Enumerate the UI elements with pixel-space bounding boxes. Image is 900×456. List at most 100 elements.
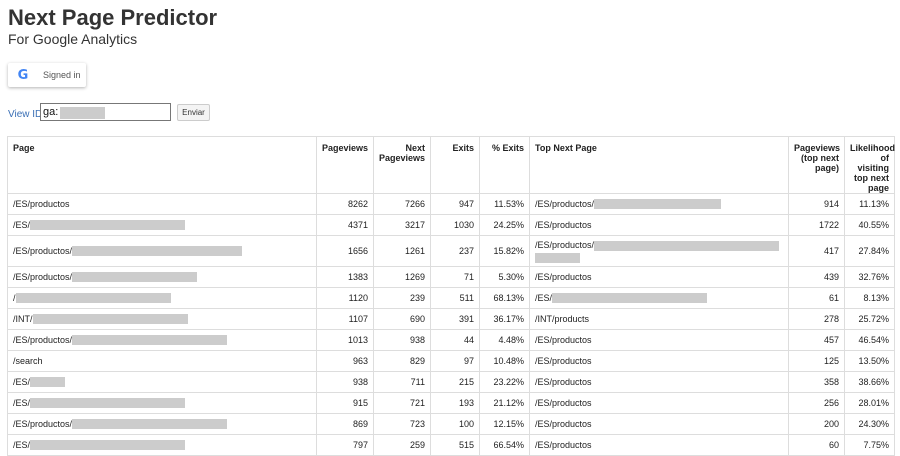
redacted-text <box>594 240 780 251</box>
cell-pct-exits: 12.15% <box>479 413 530 435</box>
cell-top-next-page-text: /ES/productos <box>535 377 592 387</box>
table-row: / 1120 239 511 68.13% /ES/61 8.13% <box>7 287 895 309</box>
cell-pct-exits-text: 5.30% <box>498 272 524 282</box>
cell-page-text: /ES/productos/ <box>13 418 73 429</box>
table-row: /search 963 829 97 10.48% /ES/productos 125 13.… <box>7 350 895 372</box>
cell-top-next-page-text: /ES/productos/ <box>535 240 595 250</box>
redacted-text <box>72 272 198 283</box>
table-row: /ES/4371 3217 1030 24.25% /ES/productos 1722 4… <box>7 214 895 236</box>
cell-top-next-pageviews-text: 278 <box>823 314 839 324</box>
cell-top-next-page: /INT/products <box>529 308 789 330</box>
cell-pageviews-text: 797 <box>352 440 368 450</box>
cell-top-next-page-text: /ES/productos <box>535 356 592 366</box>
col-header-top-next-page[interactable]: Top Next Page <box>529 136 789 194</box>
cell-exits: 511 <box>430 287 480 309</box>
cell-likelihood-text: 27.84% <box>858 246 889 256</box>
cell-next-pageviews: 938 <box>373 329 431 351</box>
redacted-text <box>552 293 708 304</box>
cell-likelihood: 46.54% <box>844 329 895 351</box>
redacted-text <box>30 377 66 388</box>
cell-pageviews: 1013 <box>316 329 374 351</box>
cell-exits: 193 <box>430 392 480 414</box>
cell-top-next-page: /ES/productos <box>529 392 789 414</box>
cell-page-text: /ES/productos/ <box>13 245 73 256</box>
cell-page-text: /search <box>13 356 43 366</box>
cell-pct-exits: 4.48% <box>479 329 530 351</box>
table-row: /ES/productos/869 723 100 12.15% /ES/product… <box>7 413 895 435</box>
cell-top-next-page-text: /INT/products <box>535 314 590 324</box>
cell-page: /INT/ <box>7 308 317 330</box>
col-header-exits[interactable]: Exits <box>430 136 480 194</box>
signin-label: Signed in <box>43 70 81 80</box>
cell-page: /search <box>7 350 317 372</box>
cell-pageviews: 938 <box>316 371 374 393</box>
cell-top-next-page: /ES/productos <box>529 371 789 393</box>
cell-top-next-page: /ES/productos <box>529 350 789 372</box>
cell-top-next-page-text: /ES/productos <box>535 398 592 408</box>
cell-top-next-pageviews: 200 <box>788 413 845 435</box>
enviar-button[interactable]: Enviar <box>177 104 210 121</box>
table-row: /ES/productos/1656 1261 237 15.82% /ES/produ… <box>7 235 895 267</box>
cell-pct-exits: 21.12% <box>479 392 530 414</box>
cell-pct-exits: 23.22% <box>479 371 530 393</box>
cell-top-next-pageviews: 125 <box>788 350 845 372</box>
cell-likelihood-text: 8.13% <box>863 293 889 303</box>
cell-pct-exits: 5.30% <box>479 266 530 288</box>
cell-pct-exits-text: 4.48% <box>498 335 524 345</box>
cell-top-next-pageviews-text: 914 <box>823 199 839 209</box>
cell-likelihood-text: 7.75% <box>863 440 889 450</box>
redacted-text <box>15 293 171 304</box>
cell-top-next-page-text: /ES/productos <box>535 440 592 450</box>
cell-exits: 97 <box>430 350 480 372</box>
table-header-row: Page Pageviews Next Pageviews Exits % Ex… <box>7 136 895 194</box>
cell-next-pageviews: 829 <box>373 350 431 372</box>
col-header-likelihood[interactable]: Likelihood of visiting top next page <box>844 136 895 194</box>
cell-pageviews: 1107 <box>316 308 374 330</box>
cell-next-pageviews: 3217 <box>373 214 431 236</box>
col-header-top-next-pageviews[interactable]: Pageviews (top next page) <box>788 136 845 194</box>
cell-page-text: /ES/ <box>13 219 31 230</box>
cell-next-pageviews-text: 938 <box>409 335 425 345</box>
cell-likelihood-text: 32.76% <box>858 272 889 282</box>
cell-pageviews-text: 963 <box>352 356 368 366</box>
cell-next-pageviews-text: 829 <box>409 356 425 366</box>
cell-exits: 1030 <box>430 214 480 236</box>
cell-pct-exits: 24.25% <box>479 214 530 236</box>
google-signin-button[interactable]: G Signed in <box>8 63 86 87</box>
cell-top-next-pageviews-text: 256 <box>823 398 839 408</box>
col-header-pageviews[interactable]: Pageviews <box>316 136 374 194</box>
page-title: Next Page Predictor <box>8 5 218 30</box>
cell-next-pageviews-text: 259 <box>409 440 425 450</box>
cell-top-next-pageviews-text: 358 <box>823 377 839 387</box>
cell-exits-text: 215 <box>458 377 474 387</box>
cell-next-pageviews: 1261 <box>373 235 431 267</box>
cell-pct-exits-text: 11.53% <box>494 199 524 209</box>
cell-top-next-pageviews: 256 <box>788 392 845 414</box>
cell-likelihood-text: 46.54% <box>858 335 889 345</box>
cell-likelihood: 11.13% <box>844 193 895 215</box>
cell-exits: 71 <box>430 266 480 288</box>
cell-likelihood-text: 40.55% <box>858 220 889 230</box>
cell-exits-text: 1030 <box>453 220 474 230</box>
view-id-label: View ID <box>8 109 43 120</box>
col-header-pct-exits[interactable]: % Exits <box>479 136 530 194</box>
col-header-page[interactable]: Page <box>7 136 317 194</box>
cell-page: /ES/productos/ <box>7 329 317 351</box>
page-subtitle: For Google Analytics <box>8 31 138 47</box>
cell-pageviews-text: 1107 <box>348 314 368 324</box>
cell-top-next-pageviews-text: 61 <box>828 293 839 303</box>
cell-top-next-page-text: /ES/productos <box>535 220 592 230</box>
table-row: /ES/productos/1383 1269 71 5.30% /ES/product… <box>7 266 895 288</box>
col-header-next-pageviews[interactable]: Next Pageviews <box>373 136 431 194</box>
redacted-text <box>594 199 722 210</box>
cell-page: /ES/ <box>7 434 317 456</box>
table-row: /ES/938 711 215 23.22% /ES/productos 358 38.66… <box>7 371 895 393</box>
cell-exits: 515 <box>430 434 480 456</box>
cell-exits-text: 193 <box>458 398 474 408</box>
cell-pageviews-text: 938 <box>352 377 368 387</box>
redacted-text <box>30 398 186 409</box>
cell-pct-exits: 36.17% <box>479 308 530 330</box>
cell-exits-text: 515 <box>458 440 474 450</box>
cell-page-text: /ES/ <box>13 397 31 408</box>
cell-page-text: /ES/ <box>13 439 31 450</box>
